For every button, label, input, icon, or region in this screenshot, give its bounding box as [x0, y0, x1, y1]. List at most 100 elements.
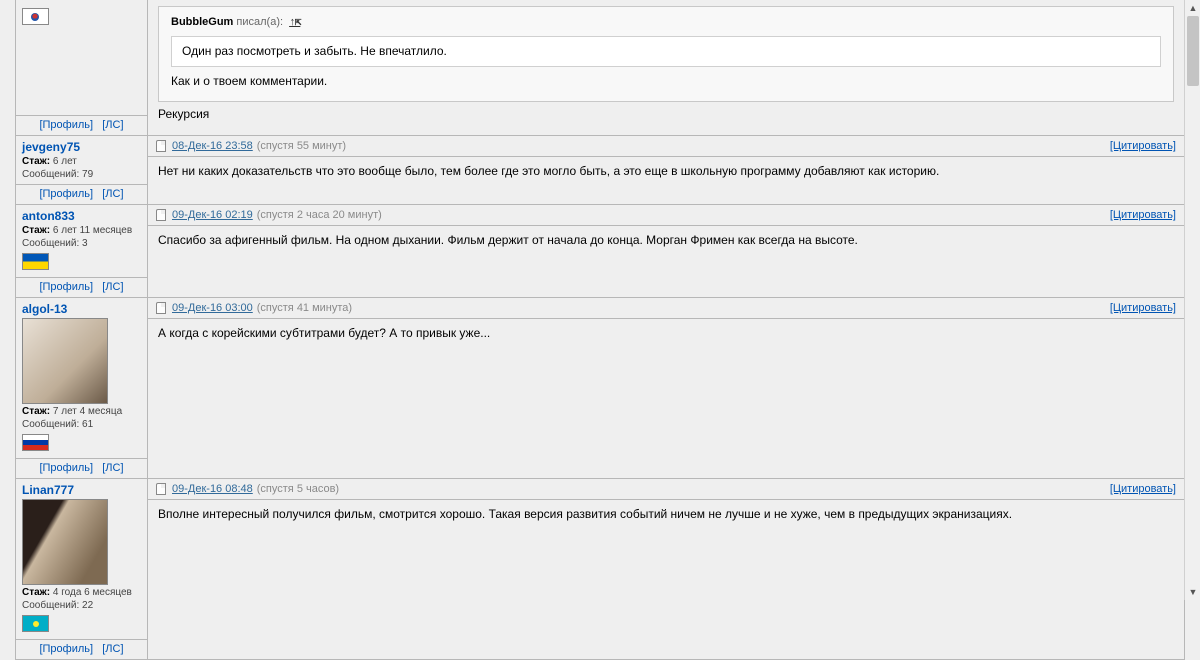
pm-link[interactable]: [ЛС] [102, 643, 123, 655]
tenure-value: 4 года 6 месяцев [53, 587, 132, 598]
user-tenure: Стаж: 7 лет 4 месяца [22, 406, 141, 417]
username-link[interactable]: anton833 [22, 209, 141, 223]
profile-link[interactable]: [Профиль] [39, 462, 93, 474]
pm-link[interactable]: [ЛС] [102, 119, 123, 131]
message-cell: 09-Дек-16 02:19 (спустя 2 часа 20 минут) [… [148, 205, 1184, 297]
posts-value: 79 [82, 169, 93, 180]
country-flag-icon [22, 8, 49, 25]
user-tenure: Стаж: 6 лет [22, 156, 141, 167]
country-flag-icon [22, 253, 49, 270]
username-link[interactable]: Linan777 [22, 483, 141, 497]
quote-header: BubbleGum писал(а): ↑⇱ [171, 15, 1161, 32]
post-date-link[interactable]: 09-Дек-16 02:19 [172, 209, 253, 221]
post-date-link[interactable]: 09-Дек-16 08:48 [172, 483, 253, 495]
post-text: Спасибо за афигенный фильм. На одном дых… [158, 232, 1174, 249]
message-cell: 09-Дек-16 03:00 (спустя 41 минута) [Цитиро… [148, 298, 1184, 478]
quote-block: BubbleGum писал(а): ↑⇱ Один раз посмотрет… [158, 6, 1174, 102]
user-actions: [Профиль] [ЛС] [16, 277, 147, 297]
quote-button[interactable]: [Цитировать] [1110, 483, 1176, 495]
quote-button[interactable]: [Цитировать] [1110, 140, 1176, 152]
country-flag-icon [22, 615, 49, 632]
tenure-label: Стаж: [22, 225, 50, 236]
tenure-value: 6 лет 11 месяцев [53, 225, 132, 236]
quote-inner-text: Один раз посмотреть и забыть. Не впечатл… [171, 36, 1161, 67]
user-cell: Linan777 Стаж: 4 года 6 месяцев Сообщений:… [16, 479, 148, 659]
message-cell: 09-Дек-16 08:48 (спустя 5 часов) [Цитирова… [148, 479, 1184, 659]
quote-author: BubbleGum [171, 16, 233, 28]
user-post-count: Сообщений: 79 [22, 169, 141, 180]
quote-reply-text: Как и о твоем комментарии. [171, 73, 1161, 90]
post-body: А когда с корейскими субтитрами будет? А… [148, 319, 1184, 478]
tenure-value: 6 лет [53, 156, 77, 167]
user-avatar [22, 318, 108, 404]
user-actions: [Профиль] [ЛС] [16, 639, 147, 659]
user-cell: [Профиль] [ЛС] [16, 0, 148, 135]
forum-post: [Профиль] [ЛС] BubbleGum писал(а): ↑⇱ Один… [16, 0, 1184, 136]
scroll-down-icon[interactable]: ▼ [1185, 584, 1200, 600]
post-body: Спасибо за афигенный фильм. На одном дых… [148, 226, 1184, 297]
post-body: BubbleGum писал(а): ↑⇱ Один раз посмотрет… [148, 0, 1184, 135]
pm-link[interactable]: [ЛС] [102, 281, 123, 293]
page-icon [156, 209, 166, 221]
post-text: Рекурсия [158, 106, 1174, 123]
post-date-link[interactable]: 08-Дек-16 23:58 [172, 140, 253, 152]
user-avatar [22, 499, 108, 585]
post-delta: (спустя 55 минут) [257, 140, 346, 152]
posts-label: Сообщений: [22, 419, 79, 430]
username-link[interactable]: jevgeny75 [22, 140, 141, 154]
post-delta: (спустя 5 часов) [257, 483, 339, 495]
user-actions: [Профиль] [ЛС] [16, 115, 147, 135]
post-delta: (спустя 2 часа 20 минут) [257, 209, 382, 221]
post-header: 08-Дек-16 23:58 (спустя 55 минут) [Цитиров… [148, 136, 1184, 157]
quote-button[interactable]: [Цитировать] [1110, 302, 1176, 314]
tenure-value: 7 лет 4 месяца [53, 406, 122, 417]
message-cell: 08-Дек-16 23:58 (спустя 55 минут) [Цитиров… [148, 136, 1184, 204]
post-header: 09-Дек-16 02:19 (спустя 2 часа 20 минут) [… [148, 205, 1184, 226]
user-cell: jevgeny75 Стаж: 6 лет Сообщений: 79 [Профил… [16, 136, 148, 204]
forum-post: Linan777 Стаж: 4 года 6 месяцев Сообщений:… [16, 479, 1184, 660]
posts-value: 61 [82, 419, 93, 430]
post-delta: (спустя 41 минута) [257, 302, 352, 314]
posts-value: 22 [82, 600, 93, 611]
user-actions: [Профиль] [ЛС] [16, 184, 147, 204]
user-post-count: Сообщений: 3 [22, 238, 141, 249]
profile-link[interactable]: [Профиль] [39, 188, 93, 200]
profile-link[interactable]: [Профиль] [39, 643, 93, 655]
country-flag-icon [22, 434, 49, 451]
user-cell: anton833 Стаж: 6 лет 11 месяцев Сообщений:… [16, 205, 148, 297]
pm-link[interactable]: [ЛС] [102, 462, 123, 474]
post-header: 09-Дек-16 03:00 (спустя 41 минута) [Цитиро… [148, 298, 1184, 319]
scrollbar-thumb[interactable] [1187, 16, 1199, 86]
profile-link[interactable]: [Профиль] [39, 281, 93, 293]
user-actions: [Профиль] [ЛС] [16, 458, 147, 478]
page-icon [156, 483, 166, 495]
page-icon [156, 302, 166, 314]
tenure-label: Стаж: [22, 406, 50, 417]
profile-link[interactable]: [Профиль] [39, 119, 93, 131]
forum-post: algol-13 Стаж: 7 лет 4 месяца Сообщений: 6… [16, 298, 1184, 479]
quote-jump-icon[interactable]: ↑⇱ [289, 16, 300, 32]
posts-label: Сообщений: [22, 238, 79, 249]
forum-post: anton833 Стаж: 6 лет 11 месяцев Сообщений:… [16, 205, 1184, 298]
scrollbar-track[interactable]: ▲ ▼ [1184, 0, 1200, 600]
posts-label: Сообщений: [22, 600, 79, 611]
user-post-count: Сообщений: 22 [22, 600, 141, 611]
user-cell: algol-13 Стаж: 7 лет 4 месяца Сообщений: 6… [16, 298, 148, 478]
username-link[interactable]: algol-13 [22, 302, 141, 316]
post-text: Нет ни каких доказательств что это вообщ… [158, 163, 1174, 180]
pm-link[interactable]: [ЛС] [102, 188, 123, 200]
post-text: А когда с корейскими субтитрами будет? А… [158, 325, 1174, 342]
user-tenure: Стаж: 4 года 6 месяцев [22, 587, 141, 598]
posts-value: 3 [82, 238, 88, 249]
post-date-link[interactable]: 09-Дек-16 03:00 [172, 302, 253, 314]
post-body: Вполне интересный получился фильм, смотр… [148, 500, 1184, 659]
tenure-label: Стаж: [22, 156, 50, 167]
page-icon [156, 140, 166, 152]
scroll-up-icon[interactable]: ▲ [1185, 0, 1200, 16]
quote-button[interactable]: [Цитировать] [1110, 209, 1176, 221]
user-tenure: Стаж: 6 лет 11 месяцев [22, 225, 141, 236]
user-post-count: Сообщений: 61 [22, 419, 141, 430]
post-text: Вполне интересный получился фильм, смотр… [158, 506, 1174, 523]
message-cell: BubbleGum писал(а): ↑⇱ Один раз посмотрет… [148, 0, 1184, 135]
post-body: Нет ни каких доказательств что это вообщ… [148, 157, 1184, 204]
